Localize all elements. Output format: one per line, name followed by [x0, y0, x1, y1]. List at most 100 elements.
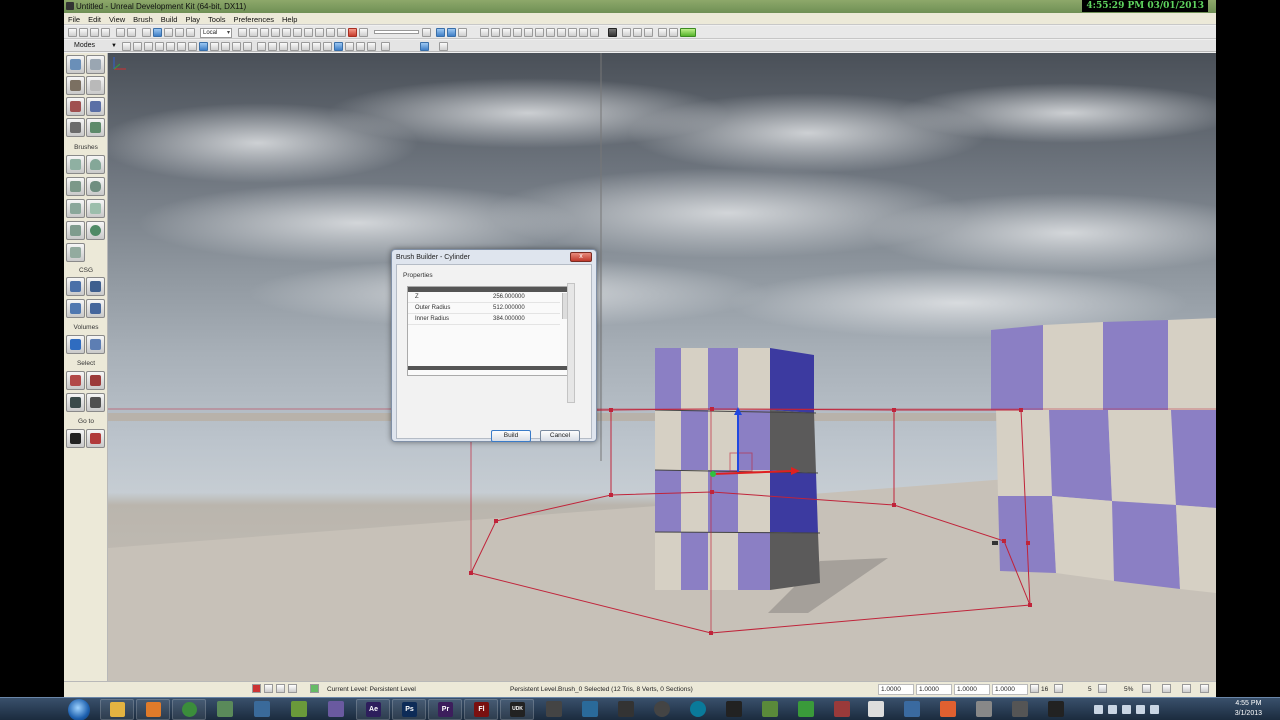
autosave-icon[interactable] [1182, 684, 1191, 693]
show-selected-button[interactable] [66, 371, 85, 390]
taskbar-app-13[interactable] [834, 701, 850, 717]
taskbar-app-pr[interactable]: Pr [428, 699, 462, 720]
terrain-mode-button[interactable] [66, 76, 85, 95]
save-all-icon[interactable] [101, 28, 110, 37]
menu-brush[interactable]: Brush [129, 14, 157, 26]
save-icon[interactable] [90, 28, 99, 37]
taskbar-app-2[interactable] [254, 701, 270, 717]
csg-intersect-button[interactable] [66, 299, 85, 318]
goto-actor-button[interactable] [66, 429, 85, 448]
texture-density-icon[interactable] [199, 42, 208, 51]
menu-play[interactable]: Play [181, 14, 204, 26]
movie-icon[interactable] [301, 42, 310, 51]
landscape-mode-button[interactable] [86, 118, 105, 137]
lighting-icon[interactable] [458, 28, 467, 37]
translate-icon[interactable] [153, 28, 162, 37]
matinee-icon[interactable] [260, 28, 269, 37]
cancel-button[interactable]: Cancel [540, 430, 580, 442]
stop-icon[interactable] [252, 684, 261, 693]
scale-icon[interactable] [175, 28, 184, 37]
level-grid-icon[interactable] [276, 684, 285, 693]
sound-icon[interactable] [557, 28, 566, 37]
shader-icon[interactable] [568, 28, 577, 37]
tray-icon-1[interactable] [1094, 705, 1103, 714]
grid-size[interactable]: 16 [1041, 683, 1048, 697]
taskbar-app-ae[interactable]: Ae [356, 699, 390, 720]
lit-icon[interactable] [155, 42, 164, 51]
package-icon[interactable] [590, 28, 599, 37]
texture-align-button[interactable] [86, 76, 105, 95]
menu-edit[interactable]: Edit [84, 14, 105, 26]
taskbar-app-chrome[interactable] [172, 699, 206, 720]
rotate-icon[interactable] [164, 28, 173, 37]
add-volume-button[interactable] [66, 335, 85, 354]
property-row-inner-radius[interactable]: Inner Radius 384.000000 [408, 314, 560, 325]
select-mode-icon[interactable] [142, 28, 151, 37]
geometry-mode-button[interactable] [86, 55, 105, 74]
drag-y-field[interactable]: 1.0000 [916, 684, 952, 695]
cone-brush-button[interactable] [86, 155, 105, 174]
csg-deintersect-button[interactable] [86, 299, 105, 318]
light-quality-icon[interactable] [535, 28, 544, 37]
find-actor-icon[interactable] [238, 28, 247, 37]
show-flags-icon[interactable] [257, 42, 266, 51]
menu-file[interactable]: File [64, 14, 84, 26]
scale-nonuniform-icon[interactable] [186, 28, 195, 37]
camera-speed-slider[interactable] [374, 30, 419, 34]
camera-mode-button[interactable] [66, 55, 85, 74]
modes-dropdown-icon[interactable]: ▼ [111, 41, 117, 51]
checker-wall[interactable] [991, 318, 1216, 593]
volume-icon[interactable] [1136, 705, 1145, 714]
taskbar-app-6[interactable] [582, 701, 598, 717]
cylinder-brush-button[interactable] [86, 177, 105, 196]
shader-complexity-icon[interactable] [210, 42, 219, 51]
sheet-brush-button[interactable] [86, 199, 105, 218]
taskbar-app-explorer[interactable] [100, 699, 134, 720]
taskbar-app-7[interactable] [618, 701, 634, 717]
taskbar-app-1[interactable] [217, 701, 233, 717]
lock-icon[interactable] [268, 42, 277, 51]
taskbar-app-17[interactable] [976, 701, 992, 717]
taskbar-app-udk[interactable]: UDK [500, 699, 534, 720]
show-all-button[interactable] [86, 393, 105, 412]
mesh-paint-button[interactable] [66, 97, 85, 116]
property-value[interactable]: 384.000000 [493, 314, 525, 325]
taskbar-app-15[interactable] [904, 701, 920, 717]
content-browser-icon[interactable] [271, 28, 280, 37]
menu-help[interactable]: Help [278, 14, 301, 26]
realtime-toggle-icon[interactable] [334, 42, 343, 51]
flag-icon[interactable] [1150, 705, 1159, 714]
streaming-icon[interactable] [279, 42, 288, 51]
new-icon[interactable] [68, 28, 77, 37]
mobile-icon[interactable] [633, 28, 642, 37]
level-browser-icon[interactable] [288, 684, 297, 693]
level-browser-icon[interactable] [304, 28, 313, 37]
sound-icon[interactable] [1200, 684, 1209, 693]
terrain-icon[interactable] [315, 28, 324, 37]
taskbar-app-3[interactable] [291, 701, 307, 717]
build-button[interactable]: Build [491, 430, 531, 442]
generic-browser-icon[interactable] [282, 28, 291, 37]
frame-icon[interactable] [345, 42, 354, 51]
taskbar-app-11[interactable] [762, 701, 778, 717]
properties-icon[interactable] [359, 28, 368, 37]
menu-view[interactable]: View [105, 14, 129, 26]
rotate-snap-icon[interactable] [1054, 684, 1063, 693]
taskbar-app-fl[interactable]: Fl [464, 699, 498, 720]
coord-system-select[interactable]: Local [200, 28, 232, 38]
realtime-icon[interactable] [436, 28, 445, 37]
linear-stair-button[interactable] [66, 199, 85, 218]
level-lock-icon[interactable] [264, 684, 273, 693]
taskbar-app-media[interactable] [136, 699, 170, 720]
stats-icon[interactable] [356, 42, 365, 51]
taskbar-app-8[interactable] [654, 701, 670, 717]
tray-icon-2[interactable] [1108, 705, 1117, 714]
drag-x-field[interactable]: 1.0000 [878, 684, 914, 695]
dialog-scrollbar[interactable] [567, 283, 575, 403]
build-lighting-icon[interactable] [491, 28, 500, 37]
goto-builder-brush-button[interactable] [86, 429, 105, 448]
csg-add-button[interactable] [66, 277, 85, 296]
taskbar-app-18[interactable] [1012, 701, 1028, 717]
maximize-viewport-icon[interactable] [439, 42, 448, 51]
perspective-viewport[interactable]: Brush Builder - Cylinder x Properties Z … [108, 53, 1216, 681]
